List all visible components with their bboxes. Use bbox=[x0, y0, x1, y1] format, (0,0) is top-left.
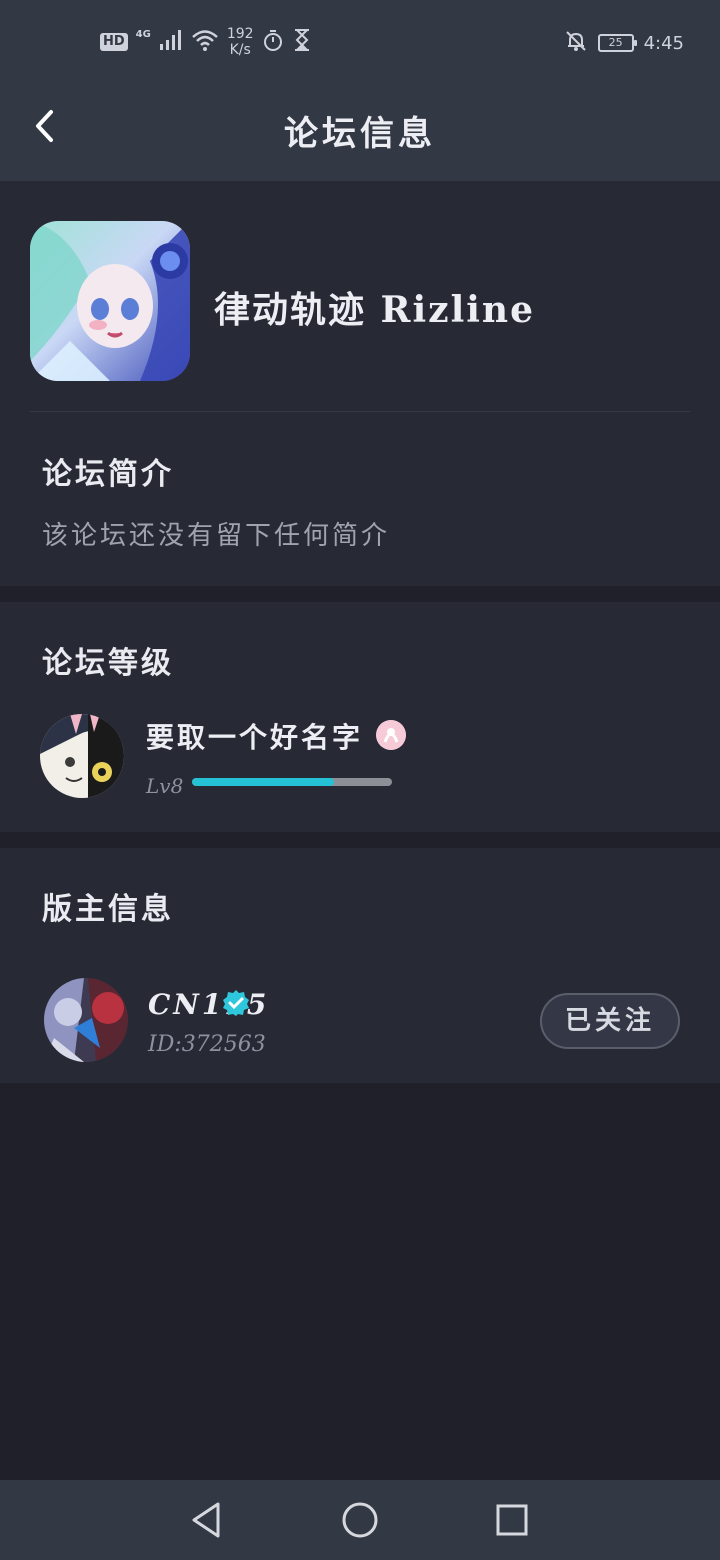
recents-square-icon bbox=[496, 1504, 528, 1536]
navigation-bar bbox=[0, 1480, 720, 1560]
level-progress-bar bbox=[192, 778, 392, 786]
divider bbox=[30, 411, 690, 412]
level-progress-fill bbox=[192, 778, 334, 786]
moderator-card: 版主信息 CN115 ID:372563 已关注 bbox=[0, 848, 720, 1083]
timer-icon bbox=[262, 28, 284, 56]
moderator-name: CN115 bbox=[148, 988, 270, 1021]
wifi-icon bbox=[191, 28, 219, 56]
page-title: 论坛信息 bbox=[284, 114, 436, 154]
user-avatar[interactable] bbox=[40, 714, 124, 798]
nav-recents-button[interactable] bbox=[490, 1498, 534, 1542]
moderator-id: ID:372563 bbox=[148, 1032, 266, 1057]
follow-button[interactable]: 已关注 bbox=[540, 993, 680, 1049]
moderator-avatar[interactable] bbox=[44, 978, 128, 1062]
home-circle-icon bbox=[342, 1502, 378, 1538]
network-speed: 192 K/s bbox=[227, 26, 254, 58]
speed-unit: K/s bbox=[229, 42, 251, 58]
hd-badge: HD bbox=[100, 33, 128, 51]
signal-icon bbox=[159, 28, 183, 56]
status-left: HD 4G 192 K/s bbox=[100, 24, 312, 60]
nav-back-button[interactable] bbox=[184, 1498, 228, 1542]
intro-section-title: 论坛简介 bbox=[42, 457, 174, 492]
forum-name: 律动轨迹 Rizline bbox=[214, 289, 536, 331]
status-right: 25 4:45 bbox=[564, 26, 684, 60]
status-bar: HD 4G 192 K/s 25 4:45 bbox=[0, 0, 720, 84]
nav-home-button[interactable] bbox=[338, 1498, 382, 1542]
bell-off-icon bbox=[564, 29, 588, 57]
network-type: 4G bbox=[135, 28, 151, 40]
verified-icon bbox=[222, 989, 250, 1017]
level-label: Lv8 bbox=[146, 774, 184, 798]
level-section-title: 论坛等级 bbox=[42, 646, 174, 681]
speed-value: 192 bbox=[226, 26, 254, 42]
intro-text: 该论坛还没有留下任何简介 bbox=[42, 521, 391, 551]
battery-icon: 25 bbox=[597, 34, 637, 52]
hourglass-icon bbox=[292, 28, 312, 56]
title-bar: 论坛信息 bbox=[0, 84, 720, 181]
clock: 4:45 bbox=[643, 32, 684, 54]
forum-icon bbox=[30, 221, 190, 381]
user-name: 要取一个好名字 bbox=[146, 721, 364, 754]
level-card: 论坛等级 要取一个好名字 Lv8 bbox=[0, 602, 720, 832]
user-badge-icon bbox=[376, 720, 406, 750]
back-triangle-icon bbox=[192, 1502, 220, 1538]
moderator-section-title: 版主信息 bbox=[42, 892, 174, 927]
forum-info-card: 律动轨迹 Rizline 论坛简介 该论坛还没有留下任何简介 bbox=[0, 181, 720, 586]
